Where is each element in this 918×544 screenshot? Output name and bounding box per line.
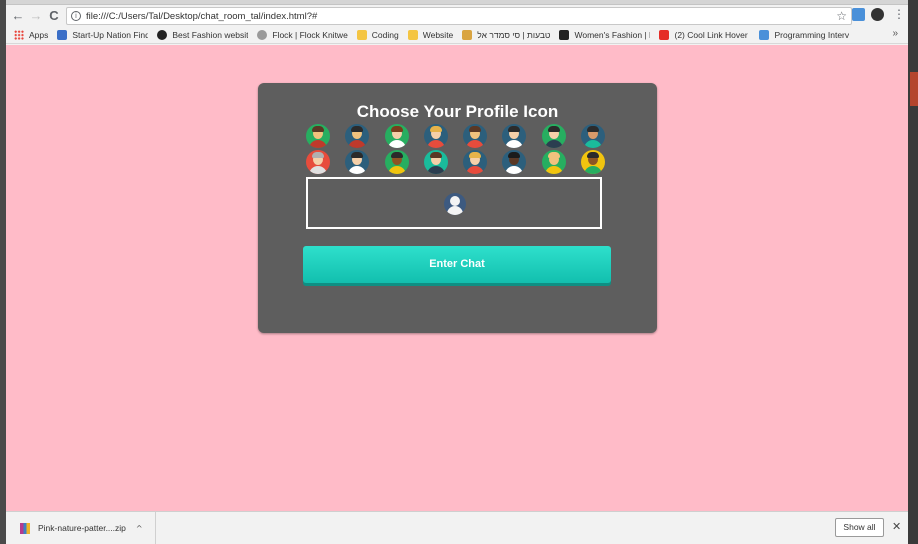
avatar-option-icon[interactable]: [306, 150, 330, 174]
back-arrow-icon: ←: [11, 8, 25, 23]
s-logo-icon: [462, 29, 473, 40]
browser-window: ← → C i file:///C:/Users/Tal/Desktop/cha…: [6, 0, 908, 544]
avatar-option-icon[interactable]: [423, 124, 448, 148]
bookmark-item[interactable]: (2) Cool Link Hover E: [659, 29, 751, 40]
bookmark-item[interactable]: Apps: [14, 29, 49, 40]
url-text[interactable]: file:///C:/Users/Tal/Desktop/chat_room_t…: [86, 11, 317, 22]
download-bar: Pink-nature-patter....zip ^ Show all ✕: [6, 511, 908, 544]
avatar-option-icon[interactable]: [384, 150, 409, 174]
folder-icon: [356, 29, 367, 40]
bookmark-item[interactable]: Programming Interv: [759, 29, 850, 40]
back-button[interactable]: ←: [9, 7, 27, 25]
avatar-option-icon[interactable]: [541, 150, 566, 174]
bookmark-item[interactable]: Coding: [356, 29, 399, 40]
bookmark-label: טבעות | סי סמדר אל: [477, 29, 551, 40]
z-logo-icon: [559, 29, 570, 40]
chevron-up-icon[interactable]: ^: [136, 524, 143, 533]
extension-circle-icon[interactable]: [871, 8, 884, 21]
forward-button[interactable]: →: [27, 7, 45, 25]
avatar-option-icon[interactable]: [463, 124, 488, 148]
flag-icon: [57, 29, 68, 40]
bookmark-item[interactable]: Women's Fashion | N: [559, 29, 651, 40]
forward-arrow-icon: →: [29, 8, 43, 23]
circle-logo-icon: [157, 29, 168, 40]
avatar-option-icon[interactable]: [463, 150, 488, 174]
enter-chat-button[interactable]: Enter Chat: [303, 246, 611, 283]
address-bar[interactable]: i file:///C:/Users/Tal/Desktop/chat_room…: [66, 7, 852, 25]
bookmark-label: Programming Interv: [774, 29, 850, 40]
right-window-edge: [908, 0, 918, 544]
swirl-logo-icon: [759, 29, 770, 40]
avatar-option-icon[interactable]: [306, 124, 330, 148]
avatar-option-icon[interactable]: [581, 150, 606, 174]
bookmark-item[interactable]: Best Fashion website: [157, 29, 249, 40]
reload-button[interactable]: C: [45, 7, 63, 25]
default-user-avatar-icon: [444, 193, 466, 215]
bookmark-label: Start-Up Nation Find: [72, 29, 149, 40]
avatar-option-icon[interactable]: [581, 124, 606, 148]
bookmark-label: Website: [422, 29, 454, 40]
bookmarks-bar: Apps Start-Up Nation Find Best Fashion web…: [6, 26, 908, 44]
reload-icon: C: [49, 8, 59, 23]
selected-avatar-box: [306, 177, 602, 229]
avatar-option-icon[interactable]: [541, 124, 566, 148]
gray-circle-icon: [257, 29, 268, 40]
bookmark-item[interactable]: Website: [407, 29, 454, 40]
bookmark-item[interactable]: Start-Up Nation Find: [57, 29, 149, 40]
avatar-option-icon[interactable]: [423, 150, 448, 174]
avatar-option-icon[interactable]: [384, 124, 409, 148]
chat-room-page: Choose Your Profile Icon Enter Chat: [6, 45, 908, 511]
bookmark-label: Flock | Flock Knitwe: [272, 29, 348, 40]
youtube-icon: [659, 29, 670, 40]
bookmark-label: Coding: [371, 29, 399, 40]
bookmark-item[interactable]: Flock | Flock Knitwe: [257, 29, 348, 40]
close-icon[interactable]: ✕: [892, 520, 901, 533]
background-app-sliver: [910, 72, 918, 106]
avatar-option-icon[interactable]: [345, 124, 370, 148]
bookmark-label: Apps: [29, 29, 49, 40]
folder-icon: [407, 29, 418, 40]
bookmark-star-icon[interactable]: ☆: [836, 9, 847, 23]
browser-toolbar: ← → C i file:///C:/Users/Tal/Desktop/cha…: [6, 5, 908, 26]
apps-grid-icon: [14, 29, 24, 40]
profile-card: Choose Your Profile Icon Enter Chat: [258, 83, 657, 333]
show-all-button[interactable]: Show all: [835, 518, 884, 537]
avatar-option-icon[interactable]: [345, 150, 370, 174]
page-title: Choose Your Profile Icon: [356, 102, 559, 121]
avatar-grid: [304, 124, 614, 174]
bookmark-item[interactable]: טבעות | סי סמדר אל: [462, 29, 551, 40]
zip-file-icon: [20, 522, 30, 534]
browser-menu-icon[interactable]: ⋮: [893, 7, 905, 21]
download-item[interactable]: Pink-nature-patter....zip ^: [6, 512, 156, 544]
bookmark-label: Best Fashion website: [172, 29, 249, 40]
extension-translate-icon[interactable]: [852, 8, 865, 21]
bookmark-label: Women's Fashion | N: [574, 29, 651, 40]
download-file-name[interactable]: Pink-nature-patter....zip: [38, 523, 126, 533]
avatar-option-icon[interactable]: [502, 124, 527, 148]
info-icon[interactable]: i: [71, 11, 81, 21]
bookmarks-overflow-icon[interactable]: »: [892, 28, 898, 39]
avatar-option-icon[interactable]: [502, 150, 527, 174]
bookmark-label: (2) Cool Link Hover E: [674, 29, 751, 40]
